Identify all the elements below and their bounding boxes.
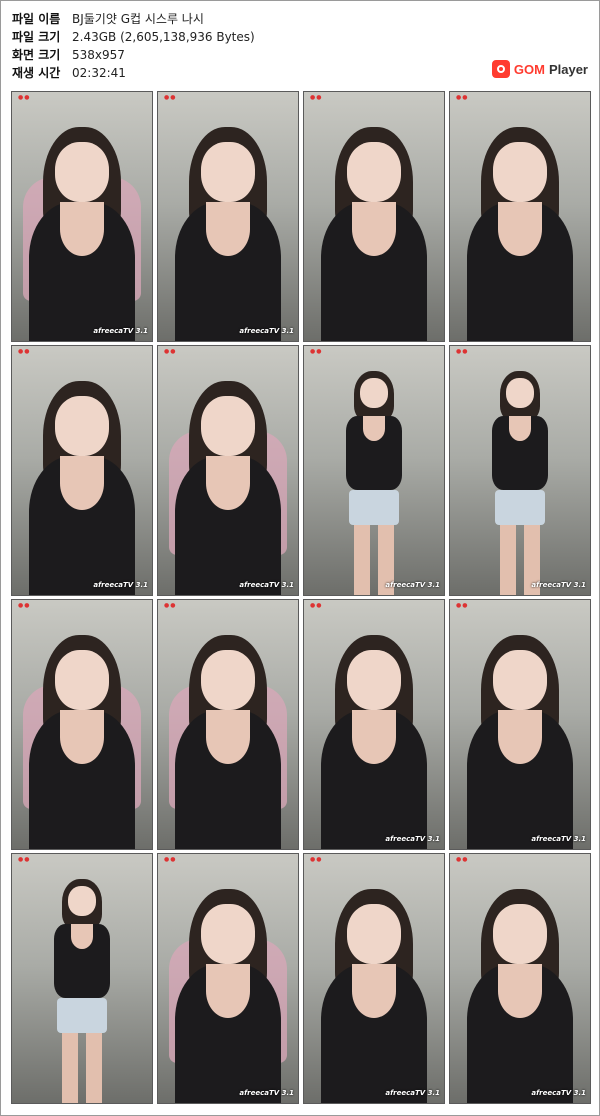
thumbnail: ●● afreecaTV 3.1 (449, 345, 591, 596)
thumbnail: ●● afreecaTV 3.1 (157, 853, 299, 1104)
watermark: afreecaTV 3.1 (385, 835, 440, 843)
rec-indicator: ●● (456, 856, 469, 863)
rec-indicator: ●● (18, 348, 31, 355)
info-value: BJ둘기얏 G컵 시스루 나시 (72, 12, 204, 26)
thumbnail-grid: ●● afreecaTV 3.1 ●● afreecaTV 3.1 ●● ●● ●●… (11, 91, 591, 1104)
info-row-filename: 파일 이름 BJ둘기얏 G컵 시스루 나시 (12, 10, 255, 28)
thumbnail: ●● afreecaTV 3.1 (11, 345, 153, 596)
brand-gom-text: GOM (513, 61, 545, 77)
rec-indicator: ●● (18, 602, 31, 609)
thumbnail: ●● afreecaTV 3.1 (449, 599, 591, 850)
info-value: 2.43GB (2,605,138,936 Bytes) (72, 30, 255, 44)
watermark: afreecaTV 3.1 (531, 835, 586, 843)
thumbnail: ●● afreecaTV 3.1 (303, 599, 445, 850)
rec-indicator: ●● (164, 348, 177, 355)
thumbnail: ●● (157, 599, 299, 850)
info-row-filesize: 파일 크기 2.43GB (2,605,138,936 Bytes) (12, 28, 255, 46)
watermark: afreecaTV 3.1 (531, 581, 586, 589)
rec-indicator: ●● (310, 348, 323, 355)
watermark: afreecaTV 3.1 (531, 1089, 586, 1097)
rec-indicator: ●● (18, 94, 31, 101)
thumbnail: ●● (11, 599, 153, 850)
rec-indicator: ●● (164, 856, 177, 863)
watermark: afreecaTV 3.1 (385, 1089, 440, 1097)
rec-indicator: ●● (18, 856, 31, 863)
gom-logo-icon (491, 60, 510, 78)
rec-indicator: ●● (310, 602, 323, 609)
gom-player-logo: GOM Player (491, 60, 588, 78)
watermark: afreecaTV 3.1 (385, 581, 440, 589)
info-key: 파일 크기 (12, 30, 61, 44)
rec-indicator: ●● (310, 94, 323, 101)
brand-player-text: Player (548, 61, 588, 77)
thumbnail: ●● afreecaTV 3.1 (11, 91, 153, 342)
thumbnail: ●● afreecaTV 3.1 (157, 91, 299, 342)
thumbnail: ●● afreecaTV 3.1 (157, 345, 299, 596)
thumbnail: ●● (11, 853, 153, 1104)
rec-indicator: ●● (456, 94, 469, 101)
info-row-duration: 재생 시간 02:32:41 (12, 64, 255, 82)
info-value: 538x957 (72, 48, 125, 62)
rec-indicator: ●● (456, 602, 469, 609)
watermark: afreecaTV 3.1 (93, 581, 148, 589)
rec-indicator: ●● (164, 602, 177, 609)
rec-indicator: ●● (456, 348, 469, 355)
info-key: 화면 크기 (12, 48, 61, 62)
info-value: 02:32:41 (72, 66, 126, 80)
info-key: 파일 이름 (12, 12, 61, 26)
watermark: afreecaTV 3.1 (239, 581, 294, 589)
thumbnail: ●● (449, 91, 591, 342)
thumbnail: ●● afreecaTV 3.1 (303, 853, 445, 1104)
thumbnail: ●● (303, 91, 445, 342)
watermark: afreecaTV 3.1 (239, 1089, 294, 1097)
file-info-panel: 파일 이름 BJ둘기얏 G컵 시스루 나시 파일 크기 2.43GB (2,60… (12, 10, 255, 82)
info-row-resolution: 화면 크기 538x957 (12, 46, 255, 64)
thumbnail: ●● afreecaTV 3.1 (449, 853, 591, 1104)
rec-indicator: ●● (310, 856, 323, 863)
rec-indicator: ●● (164, 94, 177, 101)
info-key: 재생 시간 (12, 66, 61, 80)
watermark: afreecaTV 3.1 (93, 327, 148, 335)
watermark: afreecaTV 3.1 (239, 327, 294, 335)
thumbnail: ●● afreecaTV 3.1 (303, 345, 445, 596)
